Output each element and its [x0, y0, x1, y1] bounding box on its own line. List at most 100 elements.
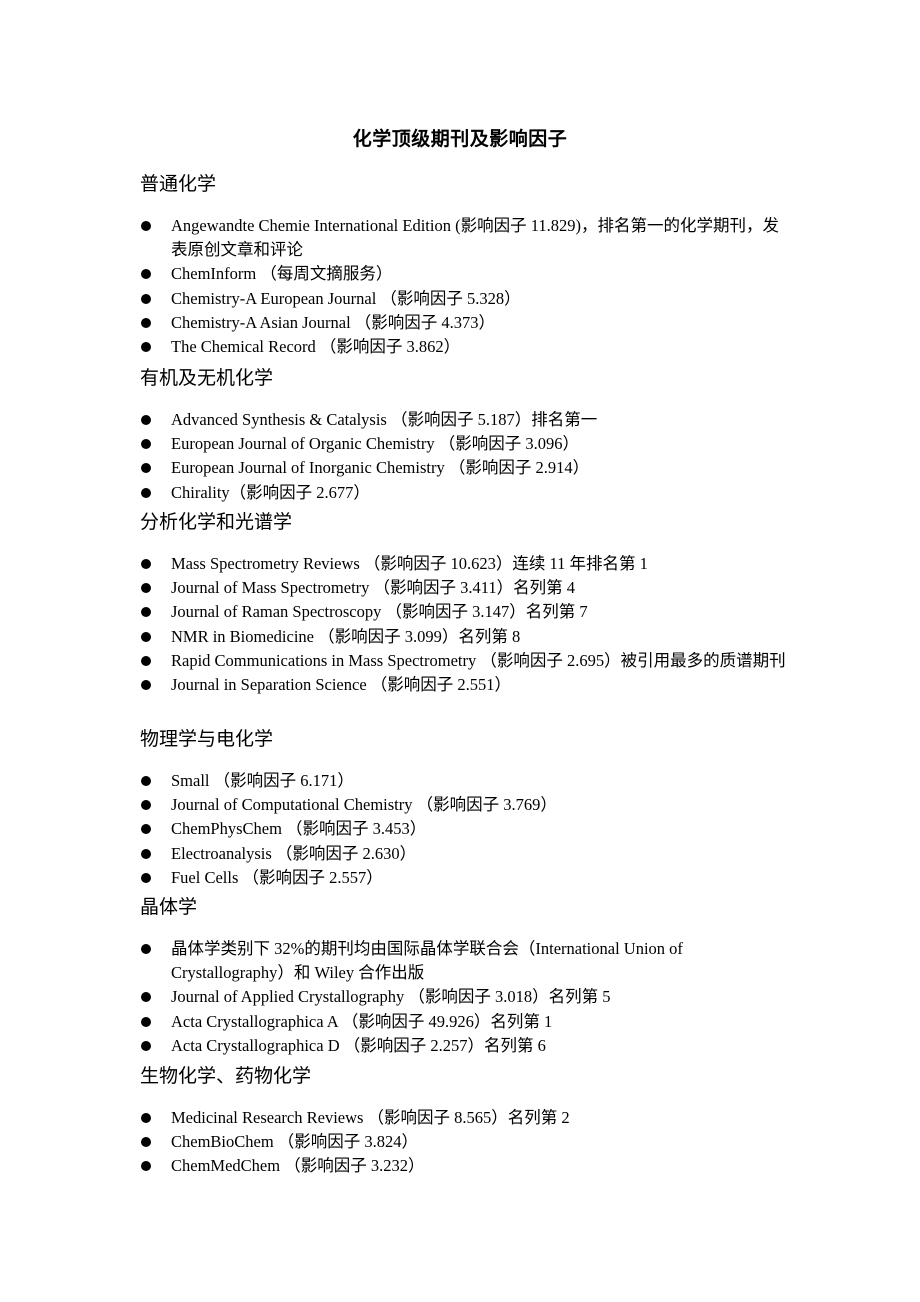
list-item-text: ChemInform （每周文摘服务）	[171, 264, 393, 284]
bullet-icon	[141, 221, 151, 231]
bullet-icon	[141, 269, 151, 280]
journal-list: 晶体学类别下 32%的期刊均由国际晶体学联合会（International Un…	[140, 937, 790, 1058]
journal-list: Mass Spectrometry Reviews （影响因子 10.623）连…	[140, 552, 790, 697]
list-item: European Journal of Inorganic Chemistry …	[140, 456, 790, 480]
list-item: Acta Crystallographica A （影响因子 49.926）名列…	[140, 1010, 790, 1034]
list-item: 晶体学类别下 32%的期刊均由国际晶体学联合会（International Un…	[140, 937, 790, 985]
list-item-text: The Chemical Record （影响因子 3.862）	[171, 337, 461, 357]
journal-list: Medicinal Research Reviews （影响因子 8.565）名…	[140, 1106, 790, 1179]
list-item-text: Chemistry-A European Journal （影响因子 5.328…	[171, 288, 521, 308]
section-crystallography: 晶体学 晶体学类别下 32%的期刊均由国际晶体学联合会（Internationa…	[140, 893, 790, 1058]
document-page: 化学顶级期刊及影响因子 普通化学 Angewandte Chemie Inter…	[0, 0, 920, 1302]
bullet-icon	[141, 607, 151, 618]
list-item-text: Chirality（影响因子 2.677）	[171, 482, 370, 502]
list-item-text: Medicinal Research Reviews （影响因子 8.565）名…	[171, 1108, 570, 1127]
bullet-icon	[141, 992, 151, 1003]
list-item-text: Journal of Applied Crystallography （影响因子…	[171, 987, 611, 1007]
list-item-text: Small （影响因子 6.171）	[171, 771, 354, 790]
list-item-text: Rapid Communications in Mass Spectrometr…	[171, 650, 786, 670]
journal-list: Advanced Synthesis & Catalysis （影响因子 5.1…	[140, 408, 790, 505]
list-item-text: 晶体学类别下 32%的期刊均由国际晶体学联合会（International Un…	[171, 939, 683, 983]
section-heading: 物理学与电化学	[140, 728, 274, 750]
section-heading: 生物化学、药物化学	[140, 1065, 312, 1087]
bullet-icon	[141, 824, 151, 835]
section-biochemistry-medicinal: 生物化学、药物化学 Medicinal Research Reviews （影响…	[140, 1062, 790, 1179]
section-general-chemistry: 普通化学 Angewandte Chemie International Edi…	[140, 170, 790, 359]
bullet-icon	[141, 680, 151, 691]
list-item-text: Acta Crystallographica A （影响因子 49.926）名列…	[171, 1011, 553, 1031]
list-item: Fuel Cells （影响因子 2.557）	[140, 866, 790, 890]
list-item: Journal of Raman Spectroscopy （影响因子 3.14…	[140, 600, 790, 624]
list-item: NMR in Biomedicine （影响因子 3.099）名列第 8	[140, 625, 790, 649]
list-item: Journal of Computational Chemistry （影响因子…	[140, 793, 790, 817]
list-item: Journal of Mass Spectrometry （影响因子 3.411…	[140, 576, 790, 600]
bullet-icon	[141, 776, 151, 786]
list-item: Angewandte Chemie International Edition …	[140, 214, 790, 262]
journal-list: Small （影响因子 6.171） Journal of Computatio…	[140, 769, 790, 890]
list-item: Mass Spectrometry Reviews （影响因子 10.623）连…	[140, 552, 790, 576]
list-item-text: Fuel Cells （影响因子 2.557）	[171, 867, 383, 887]
section-physics-electrochemistry: 物理学与电化学 Small （影响因子 6.171） Journal of Co…	[140, 725, 790, 890]
bullet-icon	[141, 487, 151, 498]
bullet-icon	[141, 631, 151, 642]
list-item: ChemInform （每周文摘服务）	[140, 262, 790, 286]
section-heading: 晶体学	[140, 896, 198, 918]
bullet-icon	[141, 1137, 151, 1148]
bullet-icon	[141, 293, 151, 304]
list-item-text: European Journal of Inorganic Chemistry …	[171, 458, 590, 478]
list-item: ChemBioChem （影响因子 3.824）	[140, 1130, 790, 1154]
section-heading: 普通化学	[140, 173, 217, 195]
list-item: Rapid Communications in Mass Spectrometr…	[140, 649, 790, 673]
list-item: The Chemical Record （影响因子 3.862）	[140, 335, 790, 359]
list-item: Small （影响因子 6.171）	[140, 769, 790, 793]
bullet-icon	[141, 1161, 151, 1172]
list-item: Chemistry-A European Journal （影响因子 5.328…	[140, 287, 790, 311]
list-item-text: ChemBioChem （影响因子 3.824）	[171, 1132, 419, 1152]
list-item-text: Journal in Separation Science （影响因子 2.55…	[171, 675, 512, 695]
list-item: European Journal of Organic Chemistry （影…	[140, 432, 790, 456]
bullet-icon	[141, 342, 151, 353]
list-item: Journal in Separation Science （影响因子 2.55…	[140, 673, 790, 697]
list-item-text: European Journal of Organic Chemistry （影…	[171, 434, 580, 454]
section-heading: 有机及无机化学	[140, 367, 274, 389]
bullet-icon	[141, 872, 151, 883]
bullet-icon	[141, 944, 151, 954]
list-item-text: ChemPhysChem （影响因子 3.453）	[171, 819, 427, 839]
bullet-icon	[141, 655, 151, 666]
list-item: Medicinal Research Reviews （影响因子 8.565）名…	[140, 1106, 790, 1130]
bullet-icon	[141, 1040, 151, 1051]
list-item-text: Journal of Mass Spectrometry （影响因子 3.411…	[171, 578, 576, 598]
list-item: Advanced Synthesis & Catalysis （影响因子 5.1…	[140, 408, 790, 432]
bullet-icon	[141, 415, 151, 425]
list-item: Journal of Applied Crystallography （影响因子…	[140, 985, 790, 1009]
list-item-text: Acta Crystallographica D （影响因子 2.257）名列第…	[171, 1035, 546, 1055]
list-item-text: Mass Spectrometry Reviews （影响因子 10.623）连…	[171, 554, 648, 573]
list-item-text: Journal of Raman Spectroscopy （影响因子 3.14…	[171, 602, 588, 622]
list-item: Chemistry-A Asian Journal （影响因子 4.373）	[140, 311, 790, 335]
list-item-text: Angewandte Chemie International Edition …	[171, 216, 779, 260]
section-heading: 分析化学和光谱学	[140, 511, 293, 533]
bullet-icon	[141, 439, 151, 450]
list-item-text: NMR in Biomedicine （影响因子 3.099）名列第 8	[171, 626, 521, 646]
list-item-text: Electroanalysis （影响因子 2.630）	[171, 843, 417, 863]
list-item-text: Journal of Computational Chemistry （影响因子…	[171, 795, 557, 815]
list-item: ChemPhysChem （影响因子 3.453）	[140, 817, 790, 841]
document-title: 化学顶级期刊及影响因子	[352, 128, 568, 150]
bullet-icon	[141, 800, 151, 811]
journal-list: Angewandte Chemie International Edition …	[140, 214, 790, 359]
bullet-icon	[141, 583, 151, 594]
list-item: Chirality（影响因子 2.677）	[140, 481, 790, 505]
bullet-icon	[141, 317, 151, 328]
list-item-text: ChemMedChem （影响因子 3.232）	[171, 1156, 425, 1176]
bullet-icon	[141, 1016, 151, 1027]
section-organic-inorganic: 有机及无机化学 Advanced Synthesis & Catalysis （…	[140, 364, 790, 505]
list-item: ChemMedChem （影响因子 3.232）	[140, 1154, 790, 1178]
list-item: Electroanalysis （影响因子 2.630）	[140, 842, 790, 866]
bullet-icon	[141, 848, 151, 859]
bullet-icon	[141, 463, 151, 474]
bullet-icon	[141, 559, 151, 569]
section-analytical-spectroscopy: 分析化学和光谱学 Mass Spectrometry Reviews （影响因子…	[140, 508, 790, 697]
list-item-text: Advanced Synthesis & Catalysis （影响因子 5.1…	[171, 410, 598, 429]
bullet-icon	[141, 1113, 151, 1123]
list-item: Acta Crystallographica D （影响因子 2.257）名列第…	[140, 1034, 790, 1058]
